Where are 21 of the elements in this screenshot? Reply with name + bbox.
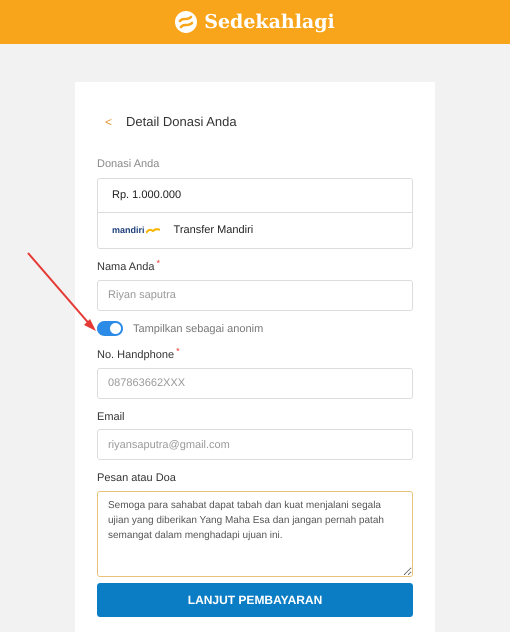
field-label: Pesan atau Doa — [97, 471, 177, 486]
anonymous-toggle[interactable] — [97, 321, 123, 336]
required-mark: * — [156, 259, 160, 268]
payment-method: Transfer Mandiri — [174, 223, 254, 238]
donation-amount: Rp. 1.000.000 — [112, 188, 182, 204]
field-label: No. Handphone — [97, 348, 174, 363]
section-label: Donasi Anda — [97, 156, 160, 172]
message-field[interactable]: Semoga para sahabat dapat tabah dan kuat menjalani segala ujian yang diberikan Yang Maha Esa dan jangan pernah patah semangat dalam menghadapi ujuan ini. — [97, 490, 413, 576]
text-field[interactable]: riyansaputra@gmail.com — [97, 429, 413, 460]
toggle-label: Tampilkan sebagai anonim — [133, 322, 264, 336]
text-field[interactable]: 087863662XXX — [97, 368, 413, 398]
bank-logo: mandiri — [112, 226, 160, 235]
back-button[interactable]: < — [105, 112, 112, 131]
continue-payment-button[interactable]: LANJUT PEMBAYARAN — [97, 582, 413, 616]
text-field[interactable]: Riyan saputra — [97, 280, 413, 310]
logo-icon — [175, 11, 198, 33]
field-label: Nama Anda — [97, 260, 154, 275]
field-label: Email — [97, 410, 125, 424]
page-title: Detail Donasi Anda — [126, 113, 237, 131]
required-mark: * — [176, 347, 180, 356]
brand-name: Sedekahlagi — [204, 10, 335, 35]
